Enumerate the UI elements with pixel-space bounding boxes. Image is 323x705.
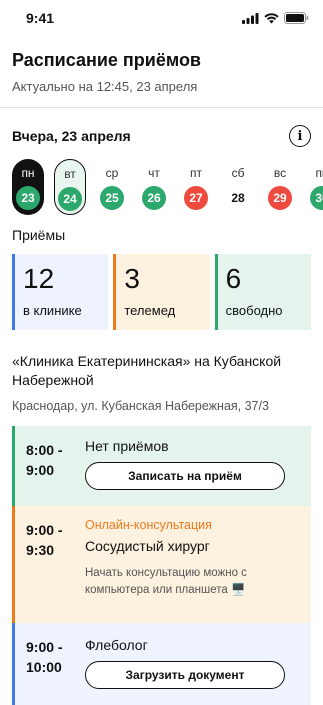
day-3[interactable]: чт 26 (138, 159, 170, 215)
book-appointment-button[interactable]: Записать на приём (85, 462, 285, 490)
slot-time: 8:00 - 9:00 (15, 426, 85, 506)
page-title: Расписание приёмов (12, 50, 201, 70)
slot-list: 8:00 - 9:00 Нет приёмов Записать на приё… (12, 426, 311, 705)
wifi-icon (264, 12, 279, 23)
slot-online[interactable]: 9:00 - 9:30 Онлайн-консультация Сосудист… (12, 506, 311, 623)
stat-free[interactable]: 6 свободно (214, 254, 311, 330)
stat-clinic[interactable]: 12 в клинике (12, 254, 109, 330)
divider (0, 107, 323, 108)
day-name: пт (190, 166, 202, 180)
slot-time-start: 9:00 - (26, 639, 63, 655)
day-name: вт (64, 167, 76, 181)
upload-document-button[interactable]: Загрузить документ (85, 661, 285, 689)
slot-body: Флеболог Загрузить документ (85, 623, 311, 705)
day-number: 27 (184, 186, 208, 210)
day-name: ср (105, 166, 119, 180)
stat-clinic-count: 12 (23, 263, 55, 294)
slot-free[interactable]: 8:00 - 9:00 Нет приёмов Записать на приё… (12, 426, 311, 506)
slot-time: 9:00 - 9:30 (15, 506, 85, 623)
stat-free-count: 6 (225, 263, 242, 294)
day-name: сб (231, 166, 245, 180)
slot-note: Начать консультацию можно с компьютера и… (85, 567, 247, 596)
appointments-label: Приёмы (12, 227, 66, 243)
slot-title: Сосудистый хирург (85, 538, 210, 554)
status-bar: 9:41 (0, 0, 323, 36)
slot-time-end: 9:00 (26, 462, 55, 478)
day-number: 29 (268, 186, 292, 210)
stat-clinic-label: в клинике (23, 303, 82, 318)
day-name: вс (273, 166, 287, 180)
day-number: 23 (16, 186, 40, 210)
day-5[interactable]: сб 28 (222, 159, 254, 215)
header: Расписание приёмов Актуально на 12:45, 2… (0, 36, 323, 94)
info-icon[interactable]: i (289, 125, 311, 147)
signal-icon (242, 12, 259, 24)
slot-clinic[interactable]: 9:00 - 10:00 Флеболог Загрузить документ (12, 623, 311, 705)
slot-title: Нет приёмов (85, 438, 169, 454)
slot-time-end: 10:00 (26, 659, 62, 675)
slot-time-end: 9:30 (26, 542, 55, 558)
day-4[interactable]: пт 27 (180, 159, 212, 215)
slot-time-start: 8:00 - (26, 442, 63, 458)
day-number: 25 (100, 186, 124, 210)
day-number: 26 (142, 186, 166, 210)
day-name: пн (315, 166, 323, 180)
day-6[interactable]: вс 29 (264, 159, 296, 215)
slot-body: Онлайн-консультация Сосудистый хирург На… (85, 506, 311, 623)
week-strip[interactable]: пн 23 вт 24 ср 25 чт 26 пт 27 сб 28 вс 29 пн 30 (0, 159, 323, 219)
status-icons (242, 12, 309, 24)
battery-icon (284, 12, 309, 24)
day-1[interactable]: вт 24 (54, 159, 86, 215)
slot-time-start: 9:00 - (26, 522, 63, 538)
day-name: пн (21, 166, 35, 180)
day-0[interactable]: пн 23 (12, 159, 44, 215)
slot-title: Флеболог (85, 637, 148, 653)
stats-row: 12 в клинике 3 телемед 6 свободно (0, 254, 323, 330)
stat-telemed[interactable]: 3 телемед (113, 254, 210, 330)
date-row: Вчера, 23 апреля i (0, 125, 323, 147)
slot-time: 9:00 - 10:00 (15, 623, 85, 705)
slot-body: Нет приёмов Записать на приём (85, 426, 311, 506)
day-number: 30 (310, 186, 323, 210)
day-number: 24 (58, 187, 82, 211)
date-label: Вчера, 23 апреля (12, 128, 131, 144)
clinic-address: Краснодар, ул. Кубанская Набережная, 37/… (12, 399, 269, 413)
status-time: 9:41 (26, 10, 55, 26)
stat-free-label: свободно (225, 303, 283, 318)
stat-telemed-count: 3 (124, 263, 140, 294)
clinic-name: «Клиника Екатерининская» на Кубанской На… (12, 353, 282, 388)
day-name: чт (148, 166, 160, 180)
day-2[interactable]: ср 25 (96, 159, 128, 215)
page-subtitle: Актуально на 12:45, 23 апреля (12, 79, 198, 94)
day-number: 28 (231, 191, 245, 205)
day-7[interactable]: пн 30 (306, 159, 323, 215)
slot-kicker: Онлайн-консультация (85, 518, 212, 532)
stat-telemed-label: телемед (124, 303, 176, 318)
